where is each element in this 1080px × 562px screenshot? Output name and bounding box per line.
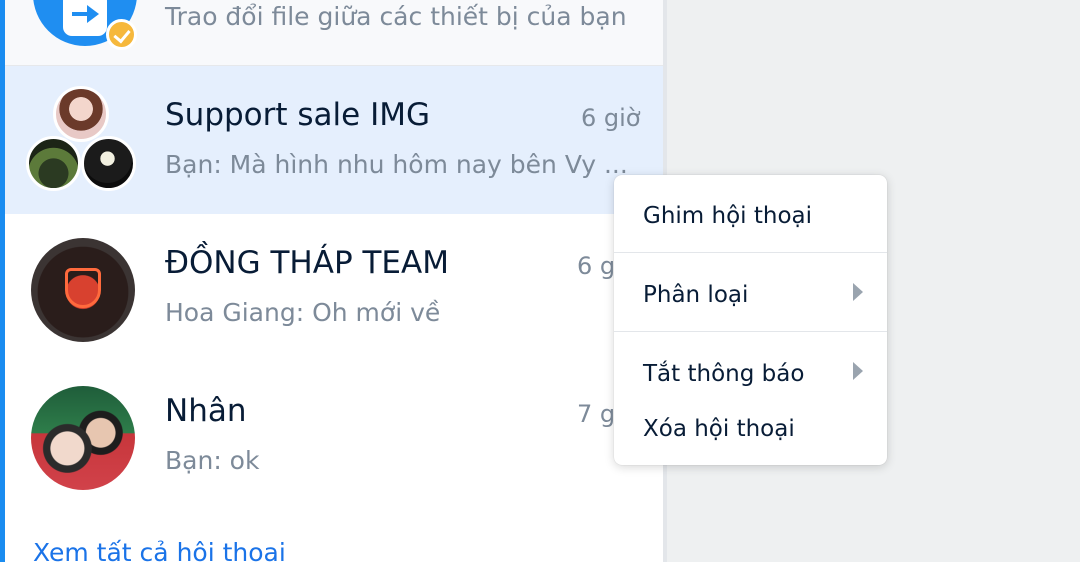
- conversation-title: ĐỒNG THÁP TEAM: [165, 245, 449, 281]
- file-transfer-icon: [63, 0, 107, 36]
- group-member-avatar: [53, 86, 109, 142]
- group-member-avatar: [26, 136, 81, 191]
- conversation-item-support-sale-img[interactable]: Support sale IMG 6 giờ Bạn: Mà hình nhu …: [5, 66, 663, 214]
- conversation-context-menu: Ghim hội thoại Phân loại Tắt thông báo X…: [614, 175, 887, 465]
- conversation-preview: Bạn: ok: [165, 446, 260, 475]
- menu-divider: [614, 331, 887, 332]
- see-all-conversations-link[interactable]: Xem tất cả hội thoại: [33, 538, 286, 562]
- menu-divider: [614, 252, 887, 253]
- conversation-preview: Hoa Giang: Oh mới về: [165, 298, 441, 327]
- conversation-item-file-transfer[interactable]: Trao đổi file giữa các thiết bị của bạn: [5, 0, 663, 66]
- verified-check-icon: [106, 19, 137, 50]
- menu-item-mute-notifications[interactable]: Tắt thông báo: [643, 361, 804, 387]
- conversation-time: 6 g: [577, 252, 616, 280]
- conversation-item-nhan[interactable]: Nhân 7 g Bạn: ok: [5, 362, 663, 510]
- conversation-item-dong-thap-team[interactable]: ĐỒNG THÁP TEAM 6 g Hoa Giang: Oh mới về: [5, 214, 663, 362]
- conversation-title: Support sale IMG: [165, 97, 430, 133]
- submenu-arrow-icon: [853, 362, 863, 380]
- group-member-avatar: [81, 136, 136, 191]
- submenu-arrow-icon: [853, 283, 863, 301]
- user-avatar: [31, 386, 135, 490]
- group-avatar: [31, 238, 135, 342]
- menu-item-classify[interactable]: Phân loại: [643, 282, 748, 308]
- menu-item-delete-conversation[interactable]: Xóa hội thoại: [643, 416, 795, 442]
- conversation-preview: Trao đổi file giữa các thiết bị của bạn: [165, 2, 627, 31]
- conversation-title: Nhân: [165, 393, 247, 429]
- menu-item-pin-conversation[interactable]: Ghim hội thoại: [643, 203, 812, 229]
- conversation-time: 7 g: [577, 400, 616, 428]
- conversation-time: 6 giờ: [581, 104, 641, 132]
- conversation-preview: Bạn: Mà hình nhu hôm nay bên Vy ...: [165, 150, 628, 179]
